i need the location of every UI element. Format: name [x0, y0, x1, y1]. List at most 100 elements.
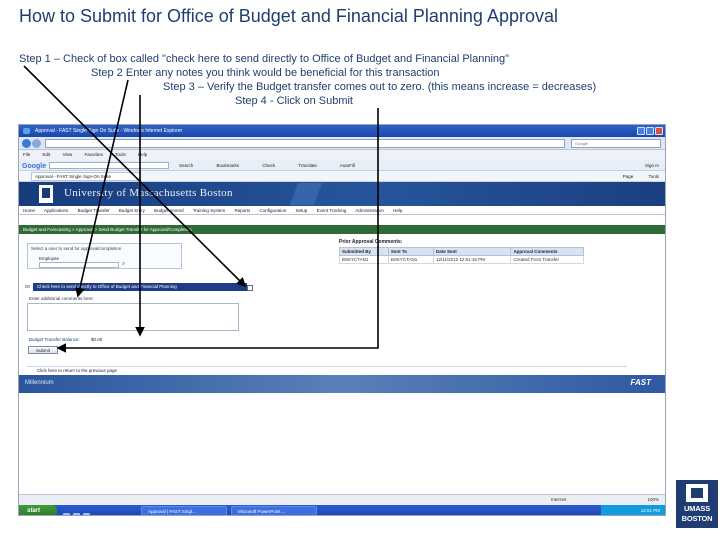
step-2-text: Step 2 Enter any notes you think would b… [91, 67, 440, 79]
browser-tab[interactable]: Approval - FAST Single Sign-On Suite [31, 172, 141, 181]
system-clock: 12:51 PM [601, 505, 665, 515]
nav-budget-transfer[interactable]: Budget Transfer [78, 208, 110, 213]
app-footer: Millennium FAST [19, 375, 665, 393]
address-bar: Google [19, 137, 665, 150]
prior-comments-table: Submitted By Sent To Date Sent Approval … [339, 247, 584, 264]
menu-help[interactable]: Help [138, 152, 147, 157]
table-row: BSKYCTAN1 BSKYCTAN1 12/11/2012 12:51:16 … [339, 255, 584, 264]
google-toolbar: Google Search Bookmarks Check Translate … [19, 160, 665, 171]
minimize-icon[interactable] [637, 127, 645, 135]
col-sent-to: Sent To [387, 247, 434, 256]
toolbar-autofill[interactable]: AutoFill [340, 163, 355, 168]
status-bar: Internet 100% [19, 494, 665, 505]
slide-title: How to Submit for Office of Budget and F… [19, 6, 558, 26]
menu-tools[interactable]: Tools [115, 152, 126, 157]
forward-icon[interactable] [32, 139, 41, 148]
breadcrumb: Budget and Forecasting > Approval > Send… [19, 225, 665, 234]
menu-edit[interactable]: Edit [43, 152, 51, 157]
app-nav: Home Applications Budget Transfer Budget… [19, 206, 665, 215]
lookup-icon[interactable]: ⌕ [122, 261, 125, 268]
or-label: Or [25, 283, 33, 291]
page-menu[interactable]: Page [623, 174, 634, 179]
nav-budget-amend[interactable]: Budget Amend [154, 208, 184, 213]
nav-administration[interactable]: Administration [355, 208, 384, 213]
close-icon[interactable] [655, 127, 663, 135]
logo-word-umass: UMASS [683, 504, 711, 513]
step-3-text: Step 3 – Verify the Budget transfer come… [163, 81, 597, 93]
nav-help[interactable]: Help [393, 208, 402, 213]
menu-favorites[interactable]: Favorites [85, 152, 104, 157]
send-to-obfp-label: Check here to send directly to Office of… [37, 284, 177, 289]
ie-icon [23, 128, 30, 134]
employee-input[interactable] [39, 262, 119, 268]
cell-submitted-by: BSKYCTAN1 [339, 255, 389, 264]
nav-home[interactable]: Home [23, 208, 35, 213]
budget-balance: Budget Transfer Balance: $0.00 [29, 337, 102, 342]
approver-select-panel: Select a user to send for approval/compl… [27, 243, 182, 269]
umass-boston-logo: UMASS BOSTON [676, 480, 718, 528]
university-banner: University of Massachusetts Boston [19, 182, 665, 206]
slide: How to Submit for Office of Budget and F… [0, 0, 720, 540]
notes-label: Enter additional comments here: [29, 296, 94, 301]
browser-title: Approval - FAST Single Sign On Suite - W… [35, 128, 183, 134]
nav-reports[interactable]: Reports [234, 208, 250, 213]
tab-bar: Approval - FAST Single Sign-On Suite Pag… [19, 171, 665, 182]
maximize-icon[interactable] [646, 127, 654, 135]
security-zone: Internet [551, 497, 567, 502]
google-search-input[interactable] [49, 162, 169, 169]
umass-mark-icon [686, 484, 708, 502]
menu-bar: File Edit View Favorites Tools Help [19, 150, 665, 160]
send-to-obfp-checkbox[interactable] [247, 285, 253, 291]
ie-launch-icon[interactable] [63, 513, 70, 515]
send-to-obfp-row: Or Check here to send directly to Office… [25, 283, 247, 291]
menu-file[interactable]: File [23, 152, 30, 157]
cell-approval-comments: Created From Transfer [510, 255, 584, 264]
step-1-text: Step 1 – Check of box called "check here… [19, 53, 510, 65]
millennium-logo: Millennium [25, 380, 54, 386]
quick-launch [63, 507, 93, 515]
windows-taskbar: start Approval | FAST Singl... Microsoft… [19, 505, 665, 515]
col-submitted-by: Submitted By [339, 247, 389, 256]
toolbar-bookmarks[interactable]: Bookmarks [217, 163, 240, 168]
select-prompt: Select a user to send for approval/compl… [31, 246, 122, 251]
nav-applications[interactable]: Applications [44, 208, 68, 213]
browser-title-bar: Approval - FAST Single Sign On Suite - W… [19, 125, 665, 137]
taskbar-item-powerpoint[interactable]: Microsoft PowerPoint ... [231, 506, 317, 515]
outlook-icon[interactable] [83, 513, 90, 515]
menu-view[interactable]: View [63, 152, 73, 157]
nav-event-tracking[interactable]: Event Tracking [317, 208, 347, 213]
return-link[interactable]: Click here to return to the previous pag… [27, 366, 627, 374]
url-field[interactable] [45, 139, 565, 148]
col-date-sent: Date Sent [432, 247, 512, 256]
banner-decoration [289, 183, 323, 205]
zoom-level[interactable]: 100% [647, 495, 659, 505]
step-4-text: Step 4 - Click on Submit [235, 95, 353, 107]
start-button[interactable]: start [19, 505, 57, 515]
nav-training[interactable]: Training System [193, 208, 225, 213]
search-field[interactable]: Google [571, 139, 661, 148]
prior-comments-heading: Prior Approval Comments: [339, 239, 403, 245]
notes-textarea[interactable] [27, 303, 239, 331]
toolbar-check[interactable]: Check [262, 163, 275, 168]
desktop-icon[interactable] [73, 513, 80, 515]
nav-configuration[interactable]: Configuration [259, 208, 286, 213]
umass-emblem-icon [39, 185, 53, 203]
submit-button[interactable]: Submit [28, 346, 58, 354]
cell-sent-to: BSKYCTAN1 [387, 255, 434, 264]
tools-menu[interactable]: Tools [648, 174, 659, 179]
fast-logo: FAST [630, 378, 651, 387]
back-icon[interactable] [22, 139, 31, 148]
employee-label: Employee [39, 256, 60, 261]
taskbar-item-browser[interactable]: Approval | FAST Singl... [141, 506, 227, 515]
nav-setup[interactable]: Setup [296, 208, 308, 213]
university-name: University of Massachusetts Boston [64, 187, 233, 199]
sign-in-link[interactable]: Sign In [645, 160, 659, 171]
window-controls [636, 127, 663, 135]
col-approval-comments: Approval Comments [510, 247, 584, 256]
logo-word-boston: BOSTON [681, 514, 713, 523]
toolbar-search[interactable]: Search [179, 163, 193, 168]
nav-budget-entry[interactable]: Budget Entry [119, 208, 145, 213]
browser-screenshot: Approval - FAST Single Sign On Suite - W… [18, 124, 666, 516]
toolbar-translate[interactable]: Translate [298, 163, 317, 168]
balance-label: Budget Transfer Balance: [29, 337, 80, 342]
